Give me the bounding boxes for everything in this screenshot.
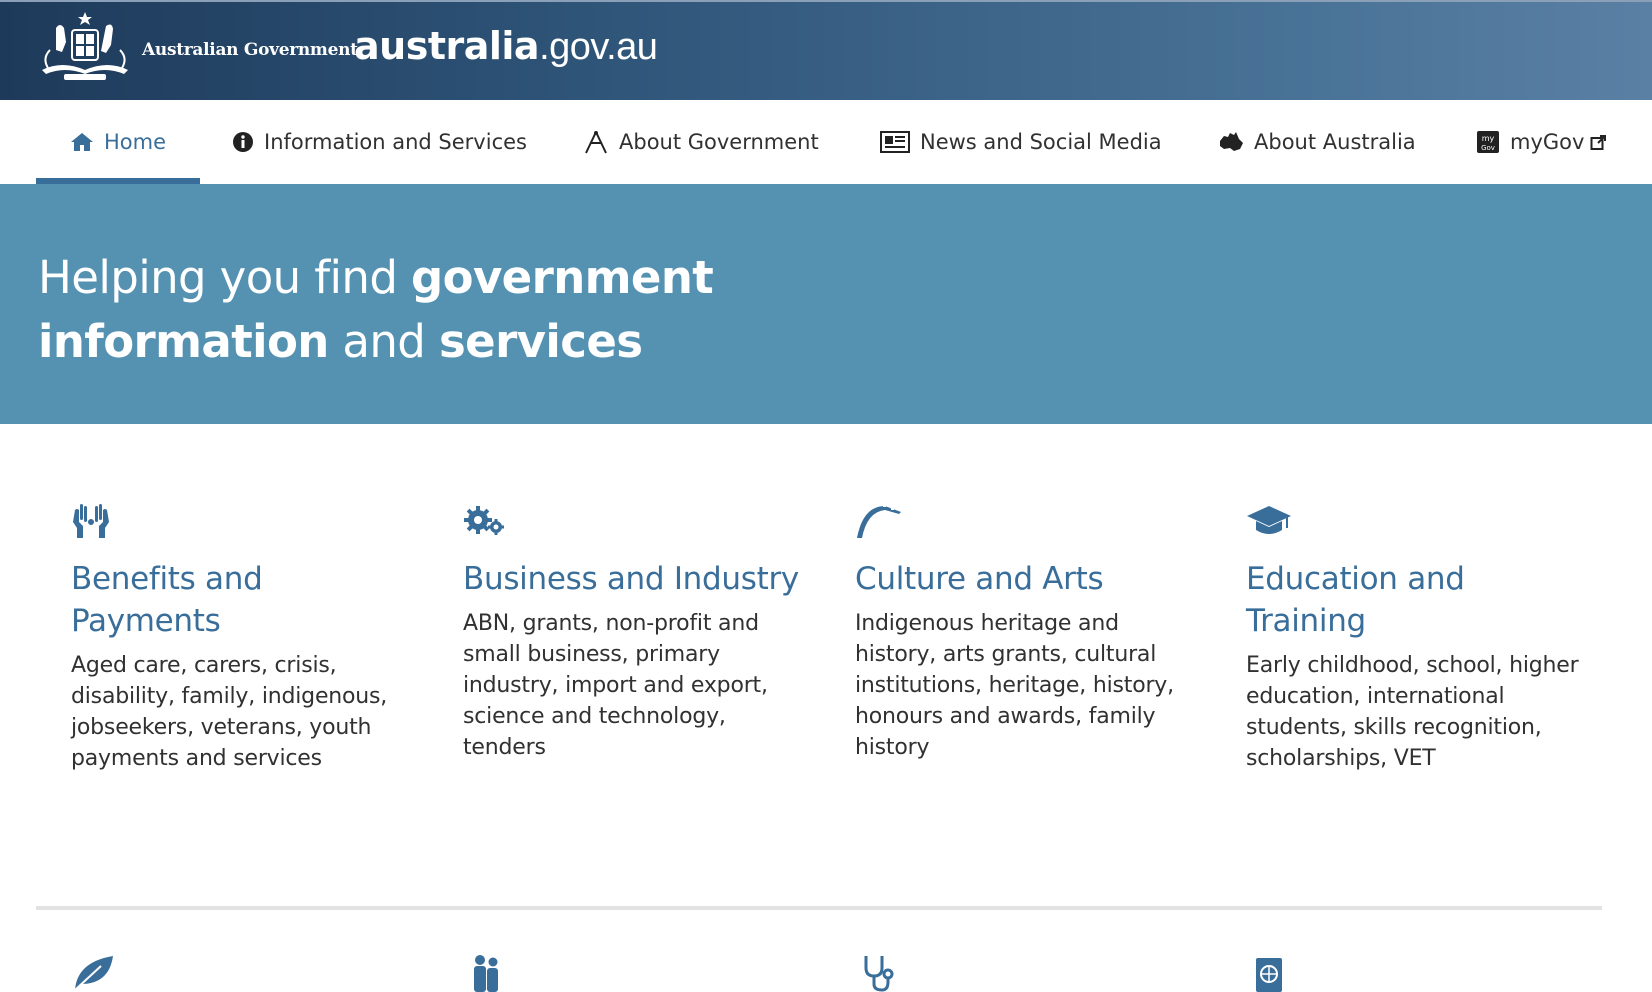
graduation-cap-icon bbox=[1246, 500, 1586, 544]
info-icon bbox=[232, 131, 254, 153]
site-domain: .gov.au bbox=[539, 26, 658, 68]
svg-text:Gov: Gov bbox=[1481, 144, 1495, 152]
nav-item-information-and-services[interactable]: Information and Services bbox=[232, 100, 527, 184]
category-description: Aged care, carers, crisis, disability, f… bbox=[71, 653, 388, 771]
compass-icon bbox=[583, 130, 609, 154]
government-name: Australian Government bbox=[142, 40, 358, 60]
svg-text:my: my bbox=[1482, 134, 1495, 143]
hero-text-bold: information bbox=[38, 315, 329, 368]
boomerang-icon bbox=[855, 500, 1195, 544]
category-business-and-industry[interactable]: Business and Industry ABN, grants, non-p… bbox=[463, 500, 803, 763]
category-title[interactable]: Business and Industry bbox=[463, 558, 803, 600]
home-icon bbox=[70, 132, 94, 152]
hero-text-bold: government bbox=[411, 251, 714, 304]
section-divider bbox=[36, 906, 1602, 910]
newspaper-icon bbox=[880, 131, 910, 153]
category-title[interactable]: Education and Training bbox=[1246, 558, 1586, 642]
category-education-and-training[interactable]: Education and Training Early childhood, … bbox=[1246, 500, 1586, 774]
top-banner: Australian Government australia.gov.au bbox=[0, 0, 1652, 100]
hero-title: Helping you find government information … bbox=[38, 246, 738, 374]
australia-map-icon bbox=[1218, 131, 1244, 153]
site-brand: australia bbox=[354, 24, 540, 68]
hands-icon bbox=[71, 500, 411, 544]
nav-label: myGov bbox=[1510, 130, 1585, 154]
nav-item-about-government[interactable]: About Government bbox=[583, 100, 819, 184]
mygov-icon: my Gov bbox=[1476, 130, 1500, 154]
category-description: ABN, grants, non-profit and small busine… bbox=[463, 611, 768, 760]
nav-item-about-australia[interactable]: About Australia bbox=[1218, 100, 1416, 184]
nav-item-news-and-social-media[interactable]: News and Social Media bbox=[880, 100, 1162, 184]
nav-label: About Australia bbox=[1254, 130, 1416, 154]
nav-item-mygov[interactable]: my Gov myGov bbox=[1476, 100, 1607, 184]
coat-of-arms-icon[interactable] bbox=[36, 10, 134, 84]
site-logo[interactable]: australia.gov.au bbox=[354, 24, 658, 69]
category-description: Indigenous heritage and history, arts gr… bbox=[855, 611, 1174, 760]
nav-item-home[interactable]: Home bbox=[35, 100, 201, 184]
stethoscope-icon[interactable] bbox=[862, 954, 894, 992]
hero-banner: Helping you find government information … bbox=[0, 184, 1652, 424]
hero-text: and bbox=[328, 315, 439, 368]
nav-label: Home bbox=[104, 130, 167, 154]
category-title[interactable]: Culture and Arts bbox=[855, 558, 1195, 600]
hero-text-bold: services bbox=[438, 315, 643, 368]
category-description: Early childhood, school, higher educatio… bbox=[1246, 653, 1579, 771]
family-icon[interactable] bbox=[470, 954, 502, 992]
hero-text: Helping you find bbox=[38, 251, 412, 304]
leaf-icon[interactable] bbox=[71, 954, 115, 992]
category-title[interactable]: Benefits and Payments bbox=[71, 558, 411, 642]
passport-icon[interactable] bbox=[1255, 954, 1283, 992]
category-benefits-and-payments[interactable]: Benefits and Payments Aged care, carers,… bbox=[71, 500, 411, 774]
category-culture-and-arts[interactable]: Culture and Arts Indigenous heritage and… bbox=[855, 500, 1195, 763]
main-nav: Home Information and Services About Gove… bbox=[0, 100, 1652, 184]
nav-label: News and Social Media bbox=[920, 130, 1162, 154]
external-link-icon bbox=[1590, 134, 1607, 151]
gears-icon bbox=[463, 500, 803, 544]
nav-label: Information and Services bbox=[264, 130, 527, 154]
nav-label: About Government bbox=[619, 130, 819, 154]
